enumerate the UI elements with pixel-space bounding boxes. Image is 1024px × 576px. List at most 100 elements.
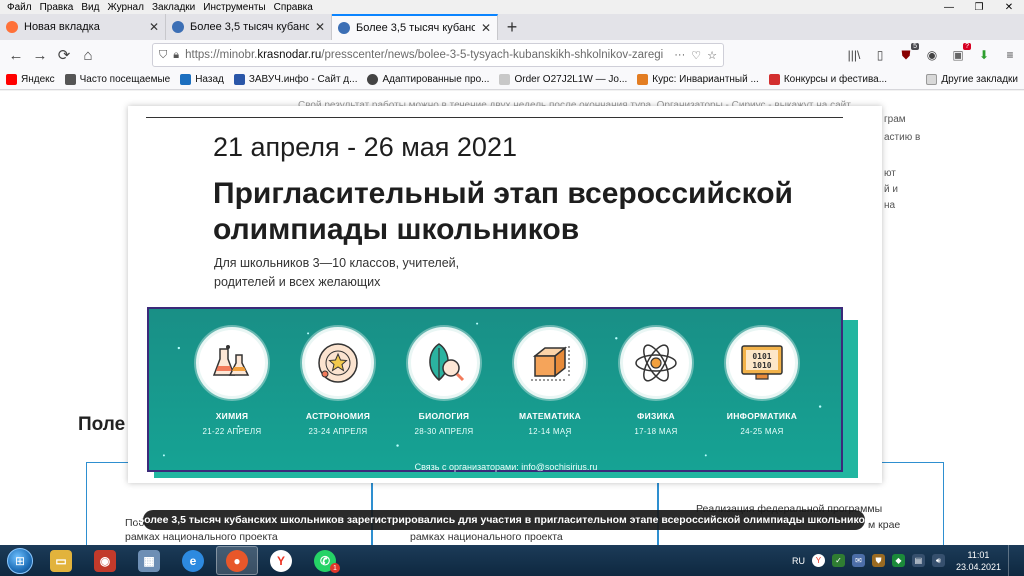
language-indicator[interactable]: RU — [792, 556, 805, 566]
taskbar-firefox[interactable]: ● — [216, 546, 258, 575]
tab-close-icon[interactable]: ✕ — [149, 20, 159, 34]
show-desktop-button[interactable] — [1008, 545, 1018, 576]
page-actions-icon[interactable]: ··· — [674, 49, 685, 61]
chemistry-icon — [196, 327, 268, 399]
zavuch-icon — [233, 74, 245, 85]
yandex-tray-icon[interactable]: Y — [811, 554, 825, 567]
bookmark-zavuch[interactable]: ЗАВУЧ.инфо - Сайт д... — [233, 74, 357, 85]
pocket-icon[interactable]: ♡ — [691, 49, 701, 62]
addon-icon[interactable]: ▣? — [948, 43, 971, 65]
clock-time: 11:01 — [967, 549, 990, 560]
bookmark-other[interactable]: Другие закладки — [926, 74, 1018, 85]
shield-tray-icon[interactable]: ⛊ — [871, 554, 885, 567]
subject-name: БИОЛОГИЯ — [418, 411, 470, 421]
tab-close-icon[interactable]: ✕ — [481, 21, 491, 35]
menu-file[interactable]: Файл — [3, 2, 36, 13]
library-icon[interactable]: |||\ — [844, 45, 864, 65]
taskbar-calculator[interactable]: ▦ — [128, 546, 170, 575]
subject-name: ИНФОРМАТИКА — [726, 411, 798, 421]
subject-informatics: 0101 1010 ИНФОРМАТИКА 24-25 МАЯ — [709, 327, 815, 436]
account-icon[interactable]: ◉ — [922, 45, 942, 65]
taskbar-yandex[interactable]: Y — [260, 546, 302, 575]
tab-article-active[interactable]: Более 3,5 тысяч кубанских ш ✕ — [332, 14, 498, 40]
bookmark-order[interactable]: Order O27J2L1W — Jo... — [499, 74, 627, 85]
tab-title: Более 3,5 тысяч кубанских шк — [190, 21, 309, 33]
menu-tools[interactable]: Инструменты — [199, 2, 269, 13]
bookmark-star-icon[interactable]: ☆ — [707, 49, 717, 62]
bookmark-contests[interactable]: Конкурсы и фестива... — [768, 74, 887, 85]
bookmark-adapted[interactable]: Адаптированные про... — [367, 74, 489, 85]
menu-help[interactable]: Справка — [270, 2, 317, 13]
event-dates: 21 апреля - 26 мая 2021 — [213, 132, 517, 162]
bookmark-yandex[interactable]: Яндекс — [6, 74, 55, 85]
antivirus-tray-icon[interactable]: ◆ — [891, 554, 905, 567]
subject-name: ХИМИЯ — [215, 411, 249, 421]
menu-view[interactable]: Вид — [77, 2, 103, 13]
informatics-icon: 0101 1010 — [726, 327, 798, 399]
url-text[interactable]: https://minobr.krasnodar.ru/presscenter/… — [185, 49, 668, 61]
back-button[interactable]: ← — [4, 43, 28, 67]
volume-tray-icon[interactable]: 🔊︎ — [931, 554, 945, 567]
biology-icon — [408, 327, 480, 399]
math-icon — [514, 327, 586, 399]
physics-icon — [620, 327, 692, 399]
yandex-icon — [6, 74, 17, 85]
hamburger-menu-icon[interactable]: ≡ — [1000, 45, 1020, 65]
tab-close-icon[interactable]: ✕ — [315, 20, 325, 34]
subjects-banner: ХИМИЯ 21-22 АПРЕЛЯ АСТРОНОМИЯ 23-24 АПРЕ… — [147, 307, 843, 472]
bookmark-course[interactable]: Курс: Инвариантный ... — [637, 74, 759, 85]
lock-icon[interactable]: 🔒︎ — [173, 49, 179, 62]
tab-new-tab[interactable]: Новая вкладка ✕ — [0, 14, 166, 40]
menu-bookmarks[interactable]: Закладки — [148, 2, 199, 13]
start-button[interactable]: ⊞ — [0, 545, 40, 576]
back-site-icon — [180, 74, 192, 85]
subject-date: 28-30 АПРЕЛЯ — [414, 427, 474, 436]
binary-bottom: 1010 — [752, 361, 771, 370]
divider — [146, 117, 843, 118]
lightbox-image[interactable]: 21 апреля - 26 мая 2021 Пригласительный … — [128, 106, 882, 483]
subject-name: МАТЕМАТИКА — [518, 411, 582, 421]
image-caption: Более 3,5 тысяч кубанских школьников зар… — [137, 510, 871, 530]
tab-article[interactable]: Более 3,5 тысяч кубанских шк ✕ — [166, 14, 332, 40]
taskbar-media[interactable]: ◉ — [84, 546, 126, 575]
folder-icon: ▭ — [50, 549, 72, 572]
site-favicon-icon — [338, 22, 350, 34]
address-bar[interactable]: ⛉ 🔒︎ https://minobr.krasnodar.ru/pressce… — [152, 43, 724, 67]
shield-icon[interactable]: ⛉ — [159, 49, 167, 62]
event-subtitle: Для школьников 3—10 классов, учителей, р… — [214, 256, 460, 289]
network-tray-icon[interactable]: ▤ — [911, 554, 925, 567]
binary-top: 0101 — [752, 352, 771, 361]
contests-icon — [768, 74, 780, 85]
maximize-button[interactable]: ❐ — [964, 0, 994, 14]
taskbar: ⊞ ▭ ◉ ▦ e ● Y ✆ 1 RU Y ✓ ✉ ⛊ ◆ ▤ 🔊︎ 11:01… — [0, 545, 1024, 576]
page-icon — [499, 74, 511, 85]
new-tab-button[interactable]: + — [498, 14, 526, 40]
ublock-icon[interactable]: ⛊ 5 — [896, 43, 919, 65]
close-window-button[interactable]: ✕ — [994, 0, 1024, 14]
menu-edit[interactable]: Правка — [36, 2, 78, 13]
clock-date: 23.04.2021 — [955, 561, 1001, 572]
bookmark-back[interactable]: Назад — [180, 74, 224, 85]
subject-math: МАТЕМАТИКА 12-14 МАЯ — [497, 327, 603, 436]
taskbar-explorer[interactable]: ▭ — [40, 546, 82, 575]
subject-name: АСТРОНОМИЯ — [305, 411, 371, 421]
astronomy-icon — [302, 327, 374, 399]
minimize-button[interactable]: — — [934, 0, 964, 14]
taskbar-ie[interactable]: e — [172, 546, 214, 575]
home-button[interactable]: ⌂ — [76, 43, 100, 67]
internet-explorer-icon: e — [182, 549, 204, 572]
extension-badge: 5 — [911, 43, 919, 50]
menu-history[interactable]: Журнал — [103, 2, 148, 13]
bookmark-most-visited[interactable]: Часто посещаемые — [64, 74, 170, 85]
forward-button[interactable]: → — [28, 43, 52, 67]
clock[interactable]: 11:01 23.04.2021 — [956, 549, 1001, 573]
sidebar-icon[interactable]: ▯ — [870, 45, 890, 65]
download-icon[interactable]: ⬇ — [974, 45, 994, 65]
firefox-icon: ● — [226, 549, 248, 572]
mail-tray-icon[interactable]: ✉ — [851, 554, 865, 567]
reload-button[interactable]: ⟳ — [52, 43, 76, 67]
subject-date: 21-22 АПРЕЛЯ — [202, 427, 262, 436]
event-title: Пригласительный этап всероссийской олимп… — [213, 177, 793, 246]
checkmark-tray-icon[interactable]: ✓ — [831, 554, 845, 567]
taskbar-whatsapp[interactable]: ✆ 1 — [304, 546, 346, 575]
